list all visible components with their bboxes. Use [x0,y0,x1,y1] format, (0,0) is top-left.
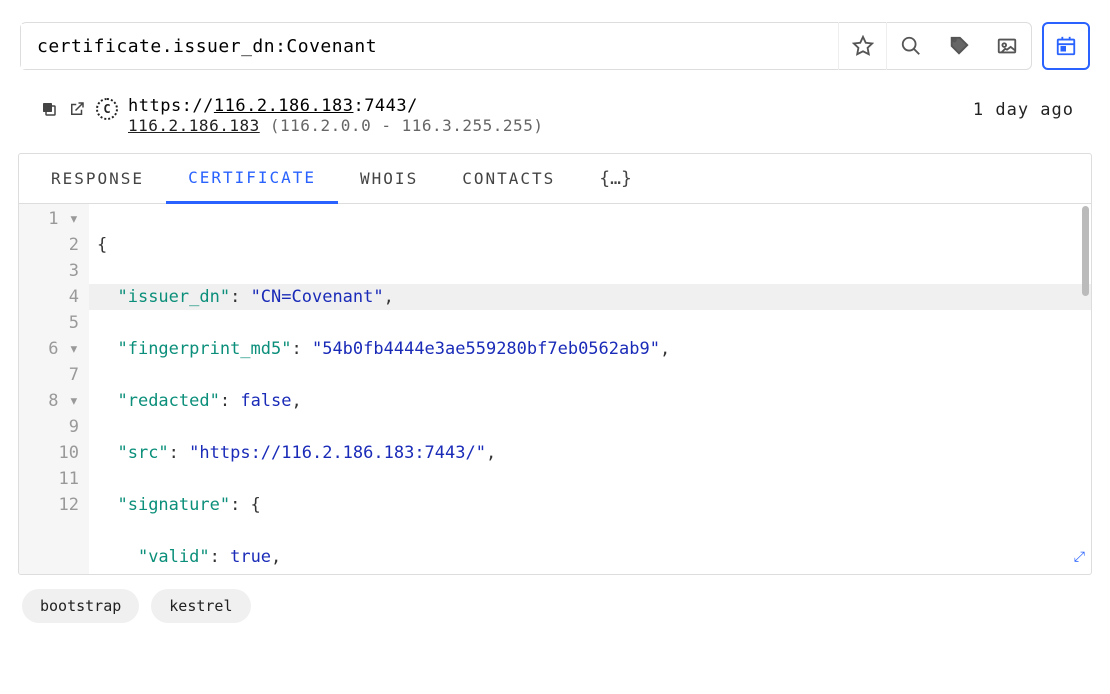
image-search-icon[interactable] [983,22,1031,70]
code-body[interactable]: { "issuer_dn": "CN=Covenant", "fingerpri… [89,204,1091,574]
gutter-line: 9 [23,414,79,440]
search-input[interactable] [21,24,838,69]
gutter-line: 4 [23,284,79,310]
copy-icon[interactable] [40,96,58,114]
search-box [20,22,1032,70]
gutter-line: 2 [23,232,79,258]
tab-json[interactable]: {…} [577,154,654,204]
url-scheme: https:// [128,96,214,116]
vertical-scrollbar[interactable] [1082,206,1089,296]
star-icon[interactable] [839,22,887,70]
url-port: :7443/ [353,96,417,116]
tab-contacts[interactable]: Contacts [440,154,577,204]
ip-range: (116.2.0.0 - 116.3.255.255) [260,116,544,135]
result-url[interactable]: https://116.2.186.183:7443/ [128,96,543,116]
search-icon[interactable] [887,22,935,70]
gutter-line[interactable]: 8 ▾ [23,388,79,414]
calendar-button[interactable] [1042,22,1090,70]
tab-response[interactable]: Response [29,154,166,204]
gutter-line: 10 [23,440,79,466]
code-viewer: 1 ▾ 2 3 4 5 6 ▾ 7 8 ▾ 9 10 11 12 { "issu… [19,204,1091,574]
tag-chip[interactable]: bootstrap [22,589,139,623]
tag-icon[interactable] [935,22,983,70]
gutter-line: 11 [23,466,79,492]
source-logo-icon: C [96,98,118,120]
tag-chip[interactable]: kestrel [151,589,250,623]
detail-panel: Response Certificate Whois Contacts {…} … [18,153,1092,575]
result-ip-line: 116.2.186.183 (116.2.0.0 - 116.3.255.255… [128,116,543,135]
gutter-line: 12 [23,492,79,518]
gutter-line: 3 [23,258,79,284]
tab-whois[interactable]: Whois [338,154,440,204]
gutter: 1 ▾ 2 3 4 5 6 ▾ 7 8 ▾ 9 10 11 12 [19,204,89,574]
gutter-line: 7 [23,362,79,388]
tags-row: bootstrap kestrel [0,575,1110,637]
time-ago: 1 day ago [973,96,1074,120]
gutter-line[interactable]: 6 ▾ [23,336,79,362]
url-host[interactable]: 116.2.186.183 [214,96,354,116]
expand-icon[interactable]: ⤢ [1074,544,1085,570]
tabs: Response Certificate Whois Contacts {…} [19,154,1091,204]
open-external-icon[interactable] [68,96,86,114]
gutter-line: 5 [23,310,79,336]
tab-certificate[interactable]: Certificate [166,154,338,204]
ip-link[interactable]: 116.2.186.183 [128,116,260,135]
gutter-line[interactable]: 1 ▾ [23,206,79,232]
